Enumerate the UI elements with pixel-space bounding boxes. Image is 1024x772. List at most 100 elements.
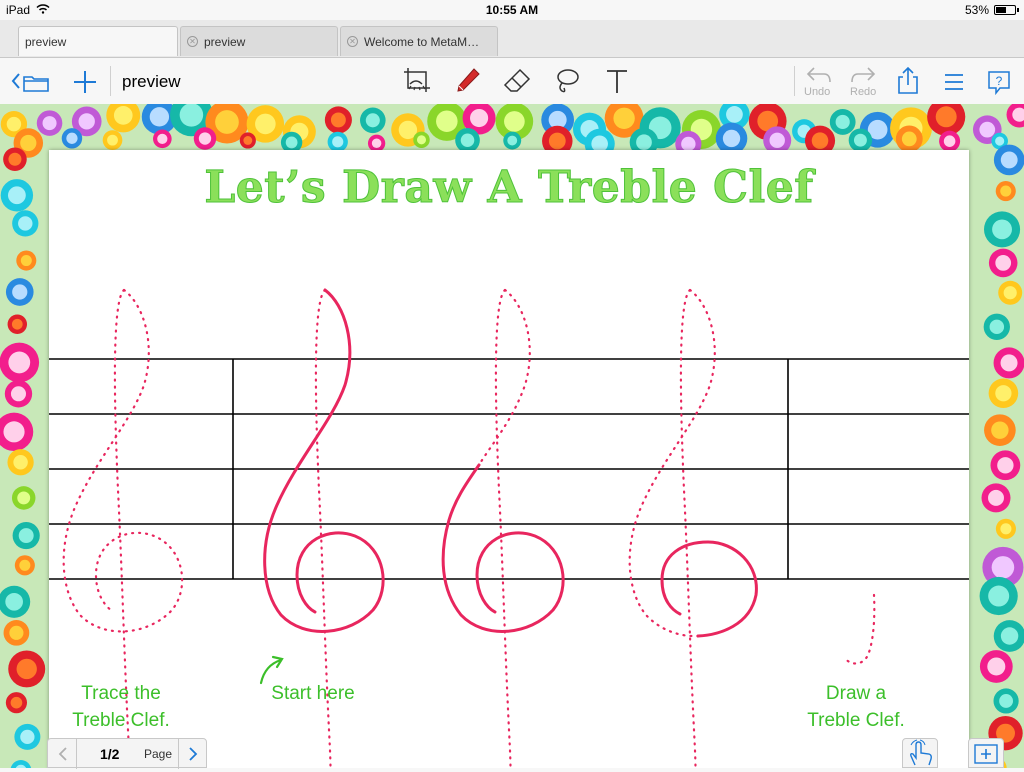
worksheet-page[interactable]: Let’s Draw A Treble Clef Trace the Trebl… [49, 150, 969, 768]
back-folder-icon [11, 73, 49, 92]
polka-dot [811, 132, 829, 149]
polka-dot [995, 255, 1012, 271]
polka-dot [20, 134, 37, 152]
polka-dot [371, 138, 382, 149]
polka-dot [42, 116, 57, 131]
next-page-icon[interactable] [186, 746, 200, 762]
polka-dot [20, 729, 35, 745]
polka-dot [20, 255, 32, 267]
share-button[interactable] [896, 66, 920, 101]
help-icon: ? [988, 71, 1010, 96]
document-title: preview [122, 72, 181, 91]
polka-dot [66, 132, 78, 144]
polka-dot [987, 657, 1006, 676]
polka-dot [943, 135, 956, 147]
text-tool-icon [607, 70, 627, 93]
polka-dot [460, 133, 475, 148]
add-button[interactable] [72, 66, 98, 101]
polka-dot [330, 112, 346, 128]
pen-icon [457, 68, 480, 92]
tab-preview-active[interactable]: preview [18, 26, 178, 56]
polka-dot [10, 696, 23, 709]
polka-dot [992, 219, 1012, 240]
treble-clef-spiral [628, 288, 758, 768]
polka-dot [19, 559, 31, 571]
polka-dot [9, 625, 24, 640]
treble-clef-half [441, 288, 565, 768]
polka-dot [1003, 286, 1017, 300]
polka-dot [613, 107, 635, 129]
tab-welcome[interactable]: ✕ Welcome to MetaM… [340, 26, 498, 56]
polka-dot [149, 107, 170, 127]
polka-dot [365, 113, 380, 128]
screenshot-tool-icon [404, 68, 430, 92]
polka-dot [995, 385, 1012, 402]
polka-dot [636, 134, 652, 151]
battery-percent: 53% [964, 3, 989, 17]
caption-line: Trace the [81, 683, 161, 704]
add-page-button[interactable] [968, 738, 1004, 768]
polka-dot [243, 136, 253, 145]
lasso-button[interactable] [552, 66, 582, 101]
polka-dot [901, 131, 917, 147]
polka-dot [1000, 354, 1018, 372]
polka-dot [332, 136, 344, 148]
polka-dot [157, 133, 168, 144]
close-tab-icon[interactable]: ✕ [347, 36, 358, 47]
polka-dot [179, 104, 204, 127]
treble-clef-tail [842, 593, 876, 665]
undo-icon [806, 67, 831, 83]
polka-dot [10, 386, 27, 402]
polka-dot [507, 135, 518, 146]
svg-text:?: ? [996, 74, 1003, 88]
previous-page-icon[interactable] [56, 746, 70, 762]
eraser-button[interactable] [502, 66, 532, 101]
list-button[interactable] [942, 66, 966, 101]
redo-icon [851, 67, 876, 83]
help-button[interactable]: ? [986, 66, 1012, 101]
polka-dot [18, 528, 34, 544]
nav-divider [178, 739, 179, 769]
tab-label: preview [204, 34, 246, 49]
polka-dot [1000, 627, 1019, 645]
redo-label: Redo [850, 86, 877, 98]
pen-button[interactable] [454, 66, 482, 101]
polka-dot [991, 421, 1009, 439]
music-staff [49, 288, 969, 768]
caption-draw: Draw a Treble Clef. [791, 680, 921, 734]
undo-label: Undo [804, 86, 831, 98]
polka-dot [215, 110, 239, 134]
polka-dot [16, 658, 37, 680]
toolbar-divider [794, 66, 795, 96]
nav-divider [76, 739, 77, 769]
screenshot-tool-button[interactable] [402, 66, 432, 101]
share-icon [898, 66, 918, 94]
tab-preview[interactable]: ✕ preview [180, 26, 338, 56]
page-navigator: 1/2 Page [47, 738, 207, 769]
text-tool-button[interactable] [604, 66, 630, 101]
close-tab-icon[interactable]: ✕ [187, 36, 198, 47]
polka-dot [436, 110, 458, 133]
document-canvas[interactable]: Let’s Draw A Treble Clef Trace the Trebl… [0, 104, 1024, 768]
hand-pointer-icon [910, 739, 932, 766]
polka-dot [78, 113, 95, 130]
polka-dot [722, 129, 741, 148]
polka-dot [997, 457, 1014, 474]
polka-dot [5, 592, 23, 611]
polka-dot [995, 136, 1005, 146]
list-icon [945, 74, 963, 90]
polka-dot [113, 106, 133, 125]
touch-mode-button[interactable] [902, 738, 938, 768]
polka-dot [1000, 151, 1018, 169]
eraser-icon [503, 68, 531, 92]
caption-trace: Trace the Treble Clef. [61, 680, 181, 734]
caption-start: Start here [271, 683, 355, 704]
polka-dot [989, 319, 1005, 335]
polka-dot [285, 136, 298, 149]
back-folder-button[interactable] [10, 66, 52, 101]
polka-dot [107, 134, 118, 146]
polka-dot [11, 318, 23, 330]
page-indicator: 1/2 [100, 746, 120, 762]
lasso-icon [557, 69, 579, 93]
tab-label: preview [25, 34, 67, 49]
